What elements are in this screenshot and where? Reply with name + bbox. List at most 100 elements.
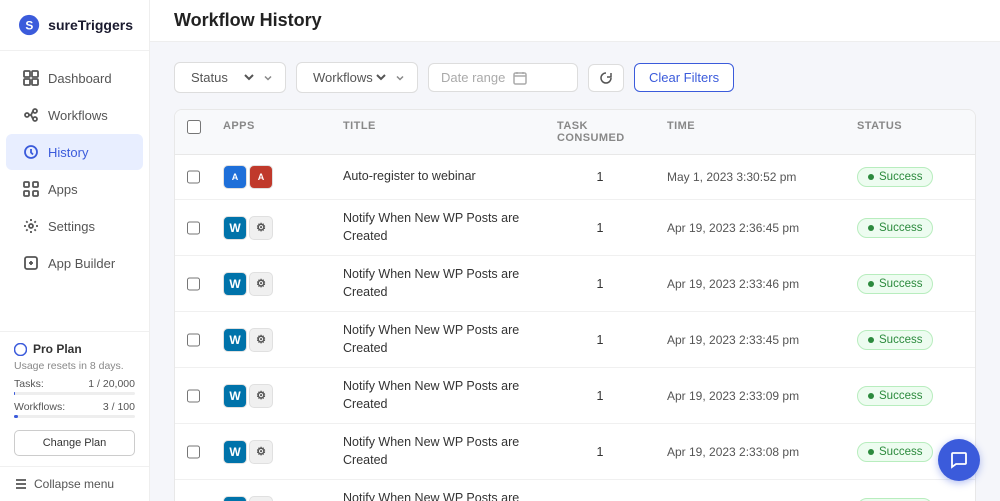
- change-plan-button[interactable]: Change Plan: [14, 430, 135, 456]
- status-cell: Success: [845, 330, 975, 350]
- status-filter[interactable]: Status All Success Failed: [174, 62, 286, 93]
- status-cell: Success: [845, 218, 975, 238]
- gear-icon: ⚙: [249, 328, 273, 352]
- apps-cell: W⚙: [211, 384, 331, 408]
- status-badge: Success: [857, 498, 933, 501]
- time-cell: Apr 19, 2023 2:36:45 pm: [655, 221, 845, 235]
- sidebar-item-dashboard[interactable]: Dashboard: [6, 60, 143, 96]
- row-checkbox-cell: [175, 333, 211, 347]
- apps-column-header: APPS: [211, 120, 331, 144]
- wp-icon: W: [223, 272, 247, 296]
- status-badge: Success: [857, 274, 933, 294]
- row-checkbox-cell: [175, 389, 211, 403]
- filters-row: Status All Success Failed Workflows Date…: [174, 62, 976, 93]
- status-dot: [868, 225, 874, 231]
- svg-text:S: S: [25, 19, 33, 33]
- select-all-checkbox[interactable]: [187, 120, 201, 134]
- table-row: W⚙ Notify When New WP Posts are Created …: [175, 200, 975, 256]
- gear-icon: ⚙: [249, 272, 273, 296]
- apps-cell: W⚙: [211, 272, 331, 296]
- sidebar-item-workflows[interactable]: Workflows: [6, 97, 143, 133]
- row-checkbox-4[interactable]: [187, 389, 200, 403]
- refresh-button[interactable]: [588, 64, 624, 92]
- status-select[interactable]: Status All Success Failed: [187, 69, 257, 86]
- status-dot: [868, 281, 874, 287]
- status-dot: [868, 174, 874, 180]
- workflows-select[interactable]: Workflows: [309, 69, 389, 86]
- gear-icon: ⚙: [249, 440, 273, 464]
- clear-filters-button[interactable]: Clear Filters: [634, 63, 734, 92]
- sidebar-item-history[interactable]: History: [6, 134, 143, 170]
- acuity-icon: A: [223, 165, 247, 189]
- status-badge: Success: [857, 167, 933, 187]
- status-cell: Success: [845, 386, 975, 406]
- main-content: Workflow History Status All Success Fail…: [150, 0, 1000, 501]
- title-column-header: TITLE: [331, 120, 545, 144]
- status-dot: [868, 393, 874, 399]
- sidebar-item-settings[interactable]: Settings: [6, 208, 143, 244]
- tasks-progress: [14, 392, 135, 395]
- collapse-menu-button[interactable]: Collapse menu: [0, 466, 149, 501]
- row-checkbox-2[interactable]: [187, 277, 200, 291]
- workflows-icon: [22, 106, 40, 124]
- status-column-header: STATUS: [845, 120, 975, 144]
- wp-icon: W: [223, 216, 247, 240]
- app-builder-icon: [22, 254, 40, 272]
- time-column-header: TIME: [655, 120, 845, 144]
- workflows-filter[interactable]: Workflows: [296, 62, 418, 93]
- row-checkbox-cell: [175, 277, 211, 291]
- row-checkbox-cell: [175, 445, 211, 459]
- status-badge: Success: [857, 442, 933, 462]
- date-range-filter[interactable]: Date range: [428, 63, 578, 92]
- sidebar-item-app-builder[interactable]: App Builder: [6, 245, 143, 281]
- time-cell: Apr 19, 2023 2:33:45 pm: [655, 333, 845, 347]
- sidebar-bottom: Pro Plan Usage resets in 8 days. Tasks: …: [0, 331, 149, 466]
- task-cell: 1: [545, 445, 655, 459]
- status-badge: Success: [857, 218, 933, 238]
- workflows-progress: [14, 415, 135, 418]
- task-cell: 1: [545, 170, 655, 184]
- row-checkbox-0[interactable]: [187, 170, 200, 184]
- sidebar-item-apps[interactable]: Apps: [6, 171, 143, 207]
- sidebar: S sureTriggers Dashboard Workflows Histo…: [0, 0, 150, 501]
- logo: S sureTriggers: [0, 0, 149, 51]
- content-area: Status All Success Failed Workflows Date…: [150, 42, 1000, 501]
- row-checkbox-cell: [175, 221, 211, 235]
- row-checkbox-3[interactable]: [187, 333, 200, 347]
- plan-name: Pro Plan: [14, 342, 135, 356]
- history-icon: [22, 143, 40, 161]
- chat-button[interactable]: [938, 439, 980, 481]
- task-cell: 1: [545, 277, 655, 291]
- task-column-header: TASK CONSUMED: [545, 120, 655, 144]
- time-cell: Apr 19, 2023 2:33:46 pm: [655, 277, 845, 291]
- date-placeholder: Date range: [441, 70, 505, 85]
- checkbox-header: [175, 120, 211, 144]
- task-cell: 1: [545, 221, 655, 235]
- history-table: APPS TITLE TASK CONSUMED TIME STATUS AA …: [174, 109, 976, 501]
- gear-icon: ⚙: [249, 496, 273, 501]
- table-row: W⚙ Notify When New WP Posts are Created …: [175, 480, 975, 501]
- row-checkbox-1[interactable]: [187, 221, 200, 235]
- apps-icon: [22, 180, 40, 198]
- time-cell: May 1, 2023 3:30:52 pm: [655, 170, 845, 184]
- status-cell: Success: [845, 274, 975, 294]
- time-cell: Apr 19, 2023 2:33:09 pm: [655, 389, 845, 403]
- row-checkbox-5[interactable]: [187, 445, 200, 459]
- status-badge: Success: [857, 386, 933, 406]
- table-row: W⚙ Notify When New WP Posts are Created …: [175, 256, 975, 312]
- title-cell: Notify When New WP Posts are Created: [331, 378, 545, 413]
- status-cell: Success: [845, 167, 975, 187]
- apps-cell: W⚙: [211, 216, 331, 240]
- row-checkbox-cell: [175, 170, 211, 184]
- title-cell: Notify When New WP Posts are Created: [331, 490, 545, 501]
- dashboard-label: Dashboard: [48, 71, 112, 86]
- task-cell: 1: [545, 389, 655, 403]
- apps-cell: W⚙: [211, 328, 331, 352]
- title-cell: Auto-register to webinar: [331, 168, 545, 186]
- nav-section: Dashboard Workflows History Apps Setting…: [0, 51, 149, 331]
- status-cell: Success: [845, 498, 975, 501]
- usage-reset-text: Usage resets in 8 days.: [14, 360, 135, 372]
- gear-icon: ⚙: [249, 384, 273, 408]
- apps-cell: W⚙: [211, 496, 331, 501]
- status-badge: Success: [857, 330, 933, 350]
